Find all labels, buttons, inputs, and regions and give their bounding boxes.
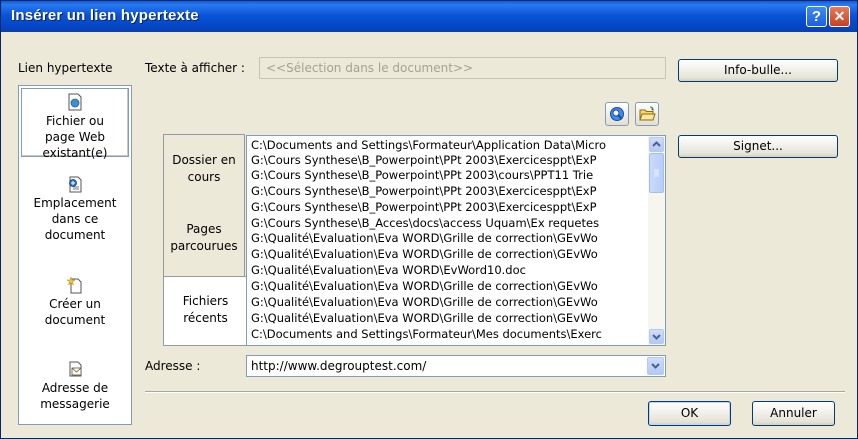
list-item[interactable]: G:\Cours Synthese\B_Powerpoint\PPt 2003\… [251, 200, 597, 215]
text-to-display-value: <<Sélection dans le document>> [266, 61, 474, 75]
title-bar[interactable]: Insérer un lien hypertexte ? ✕ [1, 1, 857, 32]
link-bar-label-line: dans ce [51, 212, 99, 226]
address-combobox[interactable]: http://www.degrouptest.com/ [246, 355, 666, 377]
tab-browsed-pages[interactable]: Pages parcourues [164, 221, 244, 261]
link-bar-label-line: messagerie [40, 397, 110, 411]
link-bar-label-line: document [44, 313, 106, 327]
chevron-down-icon [651, 363, 660, 369]
grip-icon [654, 169, 659, 177]
bookmark-button[interactable]: Signet... [678, 135, 838, 158]
browse-web-button[interactable] [605, 102, 629, 126]
chevron-down-icon [652, 334, 661, 340]
browse-web-icon [610, 107, 624, 121]
link-bar-label-line: page Web [45, 130, 105, 144]
link-bar-item-create-document[interactable]: Créer un document [19, 276, 131, 330]
address-label: Adresse : [145, 359, 201, 373]
scroll-down-button[interactable] [649, 329, 664, 344]
browse-file-icon [639, 106, 656, 121]
text-to-display-field[interactable]: <<Sélection dans le document>> [259, 57, 666, 79]
link-bar-label-line: Fichier ou [46, 114, 104, 128]
cancel-button[interactable]: Annuler [752, 401, 835, 426]
text-to-display-label: Texte à afficher : [145, 61, 245, 75]
divider [145, 391, 845, 393]
link-bar-label-line: Créer un [49, 297, 101, 311]
link-to-bar: Fichier ou page Web existant(e) Emplacem… [18, 85, 132, 425]
link-bar-item-place-in-document[interactable]: Emplacement dans ce document [19, 175, 131, 245]
link-bar-label-line: Adresse de [41, 381, 109, 395]
tab-label-line: Fichiers [182, 294, 229, 308]
hyperlink-dialog: Insérer un lien hypertexte ? ✕ Lien hype… [0, 0, 858, 439]
scroll-thumb[interactable] [649, 153, 664, 193]
help-button[interactable]: ? [806, 6, 827, 27]
link-bar-label-line: Emplacement [33, 196, 117, 210]
tab-label-line: parcourues [170, 239, 238, 253]
web-page-icon [68, 93, 82, 111]
scroll-up-button[interactable] [649, 137, 664, 152]
list-item[interactable]: G:\Qualité\Evaluation\Eva WORD\Grille de… [251, 279, 598, 294]
list-item[interactable]: G:\Cours Synthese\B_Powerpoint\PPt 2003\… [251, 153, 597, 168]
list-item[interactable]: G:\Cours Synthese\B_Powerpoint\PPt 2003\… [251, 184, 597, 199]
tab-label-line: Dossier en [172, 153, 236, 167]
close-button[interactable]: ✕ [829, 6, 850, 27]
list-item[interactable]: G:\Qualité\Evaluation\Eva WORD\EvWord10.… [251, 263, 526, 278]
look-in-tabs: Dossier en cours Pages parcourues Fichie… [163, 134, 247, 346]
recent-files-list[interactable]: C:\Documents and Settings\Formateur\Appl… [246, 135, 666, 346]
link-bar-label-line: existant(e) [42, 146, 108, 160]
list-item[interactable]: G:\Qualité\Evaluation\Eva WORD\Grille de… [251, 295, 598, 310]
list-item[interactable]: G:\Cours Synthese\B_Powerpoint\PPt 2003\… [251, 168, 593, 183]
list-item[interactable]: G:\Qualité\Evaluation\Eva WORD\Grille de… [251, 311, 598, 326]
link-bar-item-existing-file[interactable]: Fichier ou page Web existant(e) [21, 88, 129, 160]
browse-file-button[interactable] [635, 102, 659, 126]
file-list-scrollbar[interactable] [648, 136, 665, 345]
tab-label-line: récents [183, 311, 228, 325]
link-to-label: Lien hypertexte [18, 61, 113, 75]
email-address-icon [69, 361, 82, 377]
chevron-up-icon [652, 141, 661, 147]
tab-label-line: Pages [186, 222, 222, 236]
link-bar-label-line: document [44, 228, 106, 242]
list-item[interactable]: G:\Qualité\Evaluation\Eva WORD\Grille de… [251, 231, 598, 246]
address-dropdown-button[interactable] [647, 357, 664, 375]
screentip-button[interactable]: Info-bulle... [678, 59, 838, 82]
new-document-icon [67, 276, 82, 294]
list-item[interactable]: C:\Documents and Settings\Formateur\Appl… [251, 138, 606, 153]
tab-current-folder[interactable]: Dossier en cours [164, 152, 244, 192]
list-item[interactable]: G:\Qualité\Evaluation\Eva WORD\Grille de… [251, 247, 598, 262]
address-value: http://www.degrouptest.com/ [251, 359, 427, 373]
link-bar-item-email-address[interactable]: Adresse de messagerie [19, 360, 131, 416]
list-item[interactable]: C:\Documents and Settings\Formateur\Mes … [251, 327, 602, 342]
tab-recent-files[interactable]: Fichiers récents [163, 276, 247, 346]
list-item[interactable]: G:\Cours Synthese\B_Acces\docs\access Uq… [251, 216, 599, 231]
tab-label-line: cours [187, 170, 221, 184]
dialog-title: Insérer un lien hypertexte [11, 7, 199, 24]
ok-button[interactable]: OK [648, 401, 731, 426]
place-in-document-icon [69, 176, 82, 193]
